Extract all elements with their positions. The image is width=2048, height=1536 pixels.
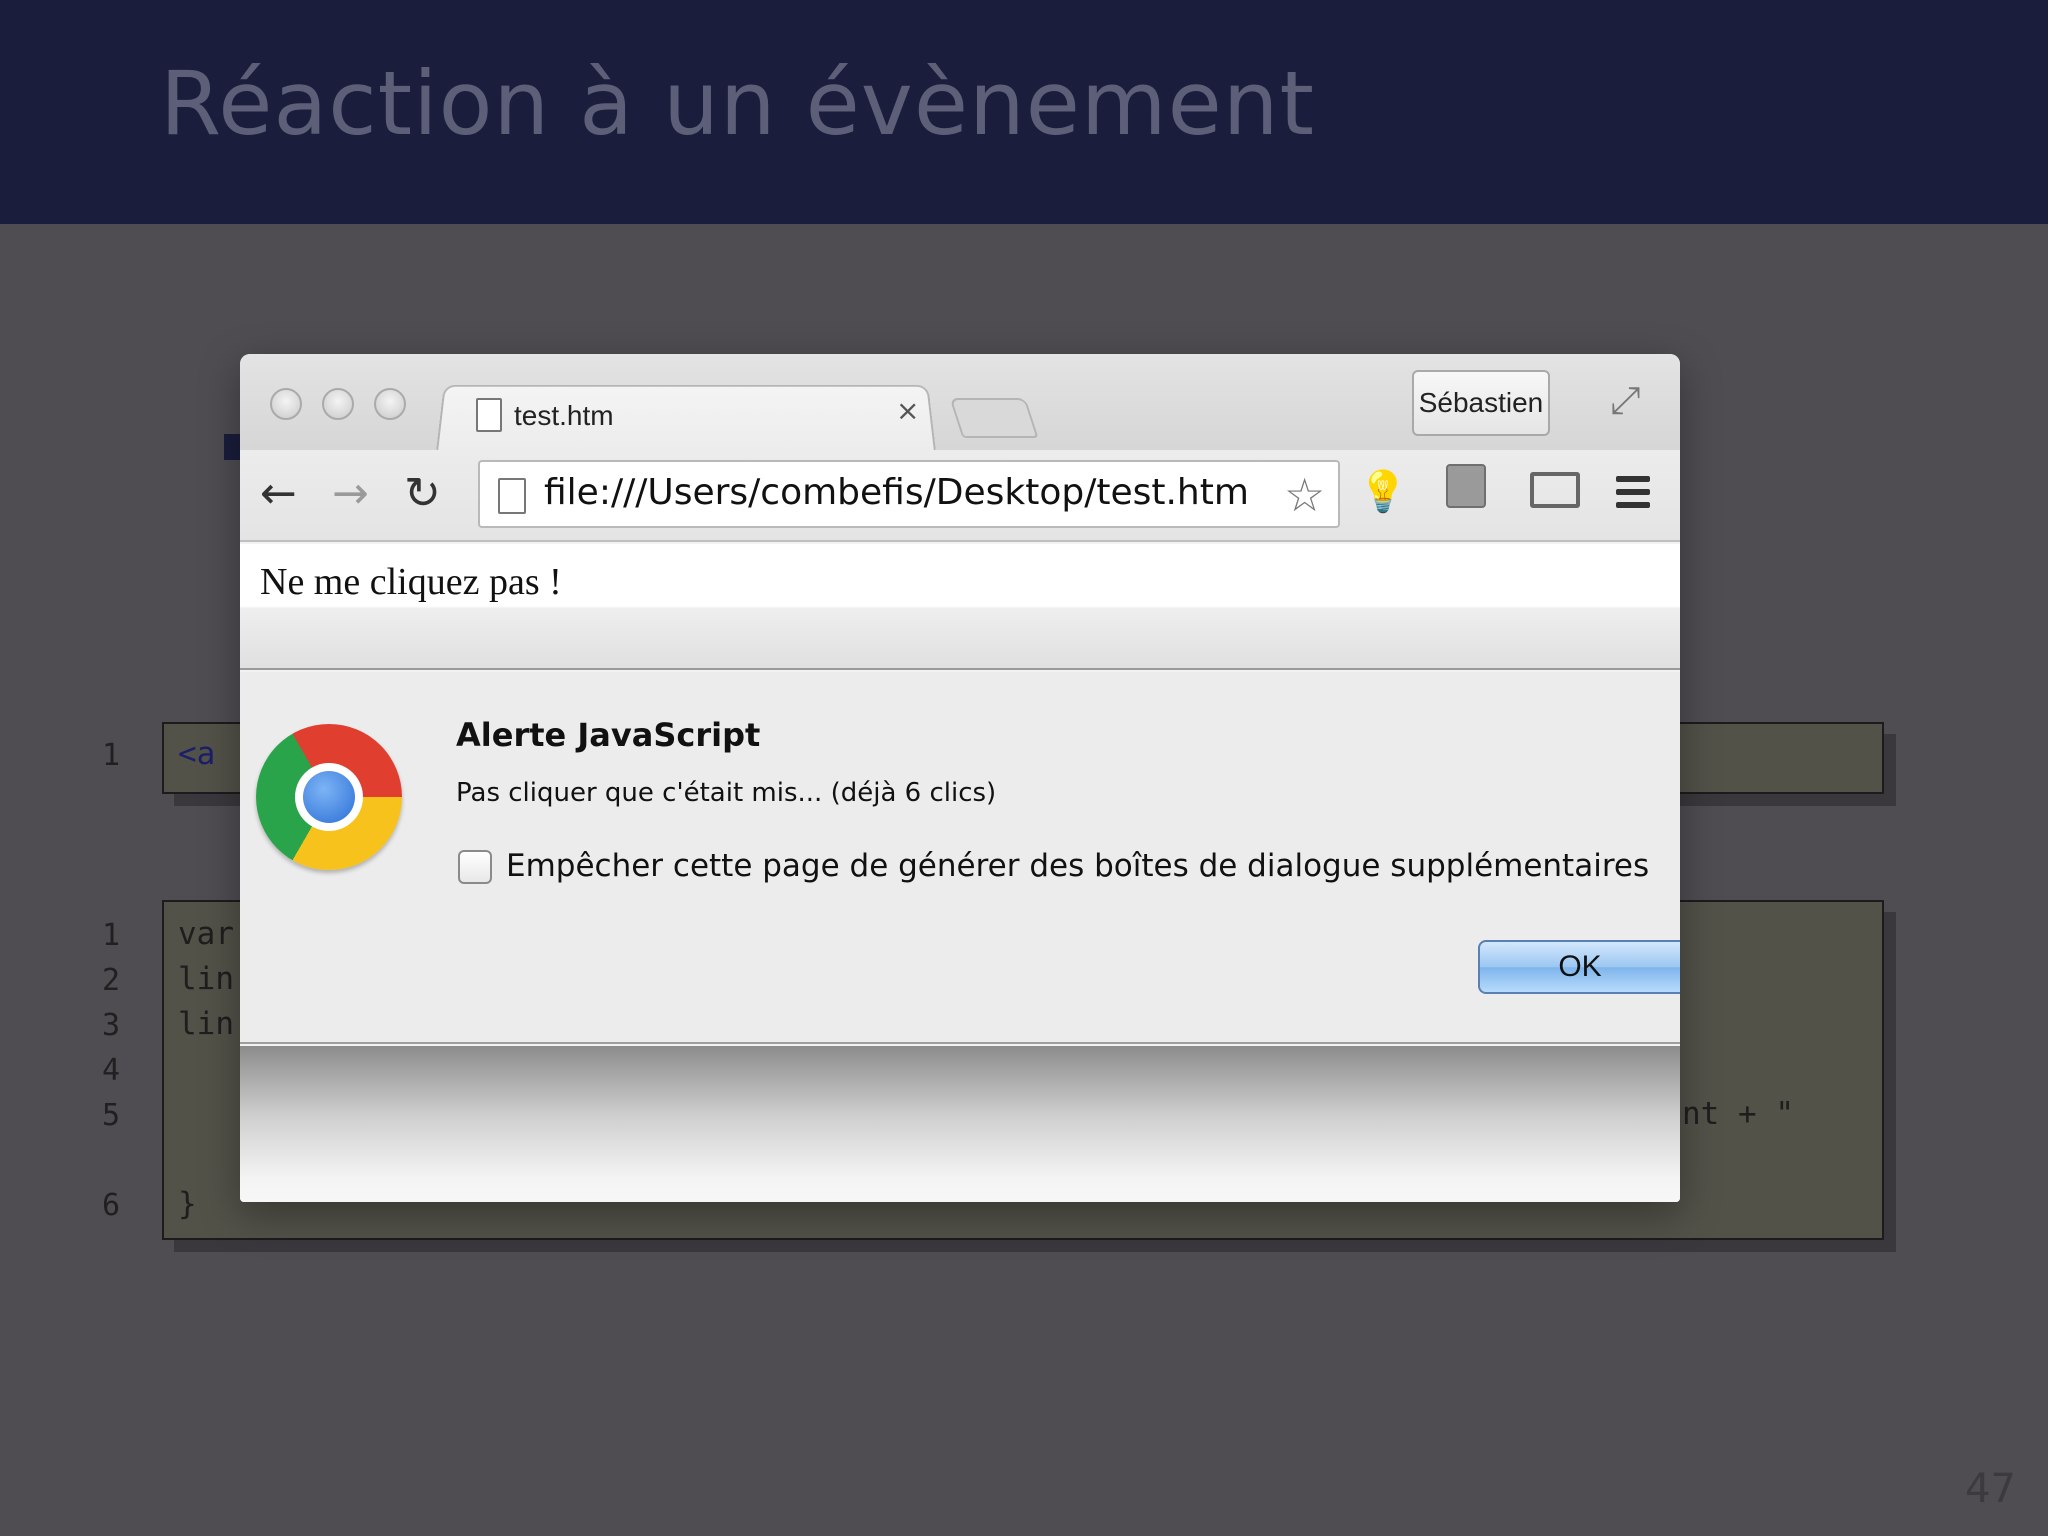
code-line: <a: [178, 736, 216, 772]
toolbar: ← → ↻ file:///Users/combefis/Desktop/tes…: [240, 450, 1680, 542]
slide-title: Réaction à un évènement: [160, 52, 1316, 155]
javascript-alert-dialog: Alerte JavaScript Pas cliquer que c'étai…: [240, 672, 1680, 1044]
bullet-marker: [224, 434, 240, 460]
minimize-window-button[interactable]: [322, 388, 354, 420]
code-line: lin: [178, 1006, 234, 1042]
menu-icon[interactable]: [1616, 476, 1650, 515]
page-link[interactable]: Ne me cliquez pas !: [260, 560, 562, 604]
dialog-shadow: [240, 1046, 1680, 1202]
evernote-extension-icon[interactable]: [1446, 464, 1486, 508]
suppress-dialogs-checkbox[interactable]: [458, 850, 492, 884]
code-line-number: 1: [101, 918, 120, 953]
fullscreen-icon[interactable]: ⤢: [1610, 378, 1640, 423]
profile-button[interactable]: Sébastien: [1412, 370, 1550, 436]
tab-test-htm[interactable]: [436, 384, 936, 452]
browser-window: test.htm × Sébastien ⤢ ← → ↻ file:///Use…: [240, 354, 1680, 1202]
code-line-number: 2: [101, 963, 120, 998]
reload-icon[interactable]: ↻: [404, 472, 441, 516]
title-bar: test.htm × Sébastien ⤢: [240, 354, 1680, 452]
code-line-number: 5: [101, 1098, 120, 1133]
code-line-number: 4: [101, 1053, 120, 1088]
page-number: 47: [1965, 1466, 2016, 1512]
dialog-message: Pas cliquer que c'était mis... (déjà 6 c…: [456, 778, 997, 808]
code-line: lin: [178, 961, 234, 997]
back-icon[interactable]: ←: [260, 472, 297, 516]
close-window-button[interactable]: [270, 388, 302, 420]
forward-icon[interactable]: →: [332, 472, 369, 516]
url-text[interactable]: file:///Users/combefis/Desktop/test.htm: [544, 472, 1249, 513]
chrome-logo-icon: [256, 724, 402, 870]
code-line-number: 1: [101, 738, 120, 773]
lightbulb-extension-icon[interactable]: 💡: [1358, 468, 1408, 516]
code-line: }: [178, 1186, 197, 1222]
tab-title: test.htm: [514, 400, 614, 431]
code-line: nt + ": [1682, 1096, 1794, 1132]
code-line: var: [178, 916, 234, 952]
tab-close-icon[interactable]: ×: [896, 394, 919, 427]
page-content: Ne me cliquez pas !: [240, 544, 1680, 670]
page-icon: [476, 398, 502, 432]
address-bar[interactable]: file:///Users/combefis/Desktop/test.htm …: [478, 460, 1340, 528]
ok-button[interactable]: OK: [1478, 940, 1680, 994]
zoom-window-button[interactable]: [374, 388, 406, 420]
code-line-number: 6: [101, 1188, 120, 1223]
cast-icon[interactable]: [1530, 472, 1580, 508]
star-icon[interactable]: ☆: [1284, 468, 1325, 522]
page-icon: [498, 478, 526, 514]
dialog-title: Alerte JavaScript: [456, 716, 761, 754]
new-tab-button[interactable]: [949, 398, 1039, 438]
code-line-number: 3: [101, 1008, 120, 1043]
suppress-dialogs-label[interactable]: Empêcher cette page de générer des boîte…: [506, 848, 1649, 884]
